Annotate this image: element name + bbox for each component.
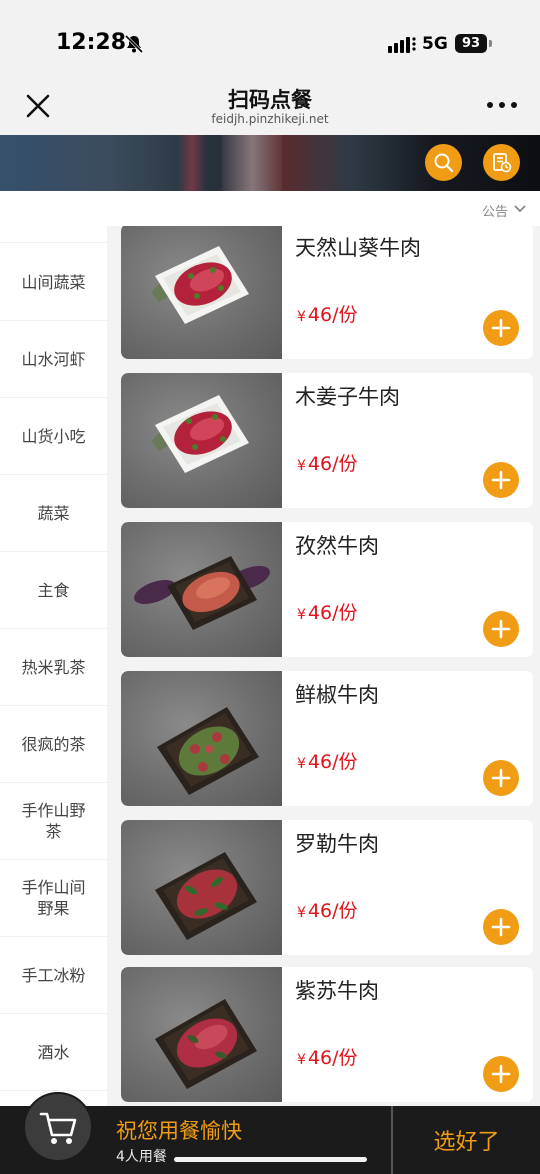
category-item[interactable]: 山水河虾: [0, 321, 107, 398]
product-name: 罗勒牛肉: [295, 832, 379, 856]
product-name: 天然山葵牛肉: [295, 236, 421, 260]
plus-icon: [491, 619, 511, 639]
category-item[interactable]: 手作山野茶: [0, 783, 107, 860]
status-bar: 12:28 5G 93: [0, 0, 540, 72]
currency-symbol: ¥: [297, 756, 306, 772]
category-sidebar: 山间蔬菜 山水河虾 山货小吃 蔬菜 主食 热米乳茶 很疯的茶 手作山野茶 手作山…: [0, 226, 107, 1106]
add-to-cart-button[interactable]: [483, 310, 519, 346]
notice-toggle[interactable]: 公告: [482, 201, 508, 220]
bell-off-icon: [124, 34, 144, 54]
currency-symbol: ¥: [297, 309, 306, 325]
category-item[interactable]: 蔬菜: [0, 475, 107, 552]
battery-tip: [489, 40, 492, 47]
price-value: 46/份: [307, 900, 358, 922]
category-item[interactable]: 手作山间野果: [0, 860, 107, 937]
add-to-cart-button[interactable]: [483, 462, 519, 498]
product-price: ¥46/份: [297, 1043, 358, 1070]
home-indicator: [174, 1157, 367, 1162]
cart-button[interactable]: [23, 1092, 93, 1162]
diner-count: 4人用餐: [116, 1149, 167, 1165]
bottom-bar: 祝您用餐愉快 4人用餐 选好了: [0, 1092, 540, 1174]
price-value: 46/份: [307, 453, 358, 475]
signal-icon: [388, 37, 416, 53]
network-type: 5G: [422, 34, 448, 54]
product-list: 天然山葵牛肉 ¥46/份 木姜子牛肉 ¥46/份 孜然牛肉 ¥ 46/份 鲜椒牛…: [107, 226, 540, 1106]
page-url: feidjh.pinzhikeji.net: [211, 112, 329, 126]
chevron-down-icon[interactable]: [513, 204, 527, 214]
category-item[interactable]: 山货小吃: [0, 398, 107, 475]
cart-icon: [39, 1112, 77, 1144]
plus-icon: [491, 768, 511, 788]
product-image: [121, 373, 282, 508]
search-icon: [434, 153, 454, 173]
price-value: 46/份: [307, 304, 358, 326]
product-card[interactable]: 鲜椒牛肉 ¥46/份: [121, 671, 533, 806]
currency-symbol: ¥: [297, 905, 306, 921]
product-card[interactable]: 罗勒牛肉 ¥46/份: [121, 820, 533, 955]
plus-icon: [491, 318, 511, 338]
plus-icon: [491, 470, 511, 490]
add-to-cart-button[interactable]: [483, 611, 519, 647]
product-name: 鲜椒牛肉: [295, 683, 379, 707]
category-item[interactable]: 很疯的茶: [0, 706, 107, 783]
category-item[interactable]: 山间蔬菜: [0, 244, 107, 321]
category-item[interactable]: 热米乳茶: [0, 629, 107, 706]
greeting-text: 祝您用餐愉快: [116, 1119, 242, 1143]
category-item-above[interactable]: [0, 226, 107, 243]
store-banner: [0, 135, 540, 191]
banner-glass: [222, 135, 282, 191]
currency-symbol: ¥: [297, 607, 306, 623]
status-time: 12:28: [56, 30, 127, 55]
product-image: [121, 226, 282, 359]
product-card[interactable]: 木姜子牛肉 ¥46/份: [121, 373, 533, 508]
add-to-cart-button[interactable]: [483, 1056, 519, 1092]
plus-icon: [491, 917, 511, 937]
product-name: 木姜子牛肉: [295, 385, 400, 409]
category-item[interactable]: 主食: [0, 552, 107, 629]
product-price: ¥46/份: [297, 747, 358, 774]
price-value: 46/份: [307, 1047, 358, 1069]
order-history-button[interactable]: [483, 144, 520, 181]
currency-symbol: ¥: [297, 458, 306, 474]
banner-decoration: [178, 135, 206, 191]
add-to-cart-button[interactable]: [483, 760, 519, 796]
product-image: [121, 820, 282, 955]
product-price: ¥46/份: [297, 896, 358, 923]
currency-symbol: ¥: [297, 1052, 306, 1068]
nav-bar: 扫码点餐 feidjh.pinzhikeji.net: [0, 72, 540, 135]
product-price: ¥46/份: [297, 449, 358, 476]
battery-level: 93: [455, 34, 487, 53]
price-value: 46/份: [307, 602, 358, 624]
add-to-cart-button[interactable]: [483, 909, 519, 945]
product-card[interactable]: 天然山葵牛肉 ¥46/份: [121, 226, 533, 359]
product-name: 孜然牛肉: [295, 534, 379, 558]
plus-icon: [491, 1064, 511, 1084]
search-button[interactable]: [425, 144, 462, 181]
notice-bar: 公告: [0, 191, 540, 226]
price-value: 46/份: [307, 751, 358, 773]
product-name: 紫苏牛肉: [295, 979, 379, 1003]
order-history-icon: [493, 153, 512, 173]
product-card[interactable]: 紫苏牛肉 ¥46/份: [121, 967, 533, 1102]
product-image: [121, 671, 282, 806]
category-item[interactable]: 手工冰粉: [0, 937, 107, 1014]
product-price: ¥46/份: [297, 300, 358, 327]
checkout-button[interactable]: 选好了: [393, 1106, 540, 1174]
product-image: [121, 967, 282, 1102]
page-title: 扫码点餐: [228, 88, 312, 112]
product-price: ¥46/份: [297, 598, 358, 625]
category-item[interactable]: 酒水: [0, 1014, 107, 1091]
product-image: [121, 522, 282, 657]
product-card[interactable]: 孜然牛肉 ¥46/份: [121, 522, 533, 657]
more-icon[interactable]: [486, 100, 518, 110]
